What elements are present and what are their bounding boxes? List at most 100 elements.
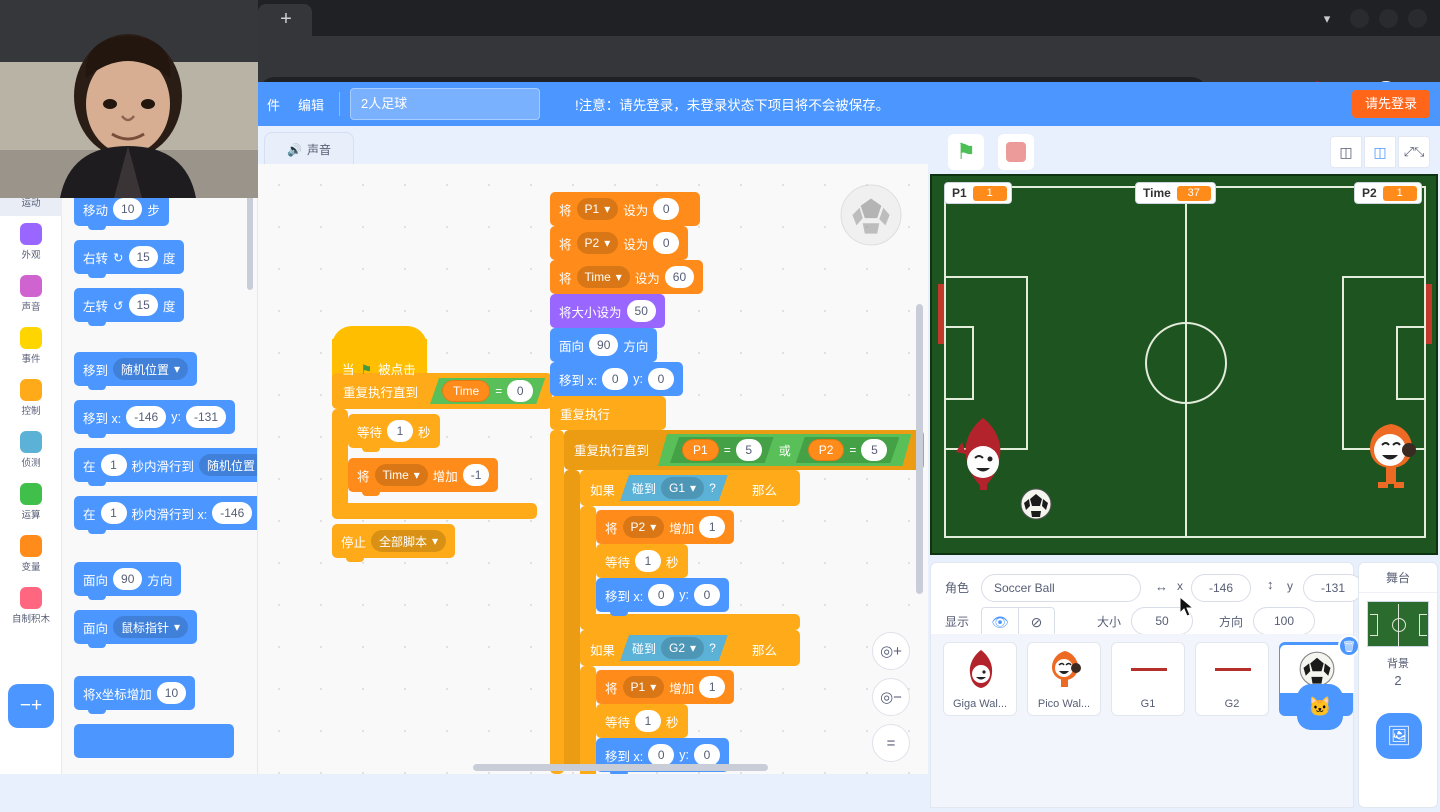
category-events[interactable]: 事件 bbox=[0, 320, 62, 372]
block-touching-g1[interactable]: 碰到 G1 ▾ ? bbox=[620, 475, 728, 501]
sprite-card-giga[interactable]: Giga Wal... bbox=[943, 642, 1017, 716]
block-input-x[interactable]: 0 bbox=[648, 584, 675, 606]
palette-block-turn-left[interactable]: 左转 ↺ 15 度 bbox=[74, 288, 185, 326]
block-change-p1-by[interactable]: 将 P1 ▾ 增加 1 bbox=[596, 670, 735, 708]
block-input-direction[interactable]: 90 bbox=[589, 334, 619, 356]
stage-canvas[interactable]: P1 1 Time 37 P2 1 bbox=[930, 174, 1438, 555]
palette-block-glide-xy[interactable]: 在 1 秒内滑行到 x: -146 y: -131 bbox=[74, 496, 257, 534]
block-set-size-to[interactable]: 将大小设为 50 bbox=[550, 294, 665, 332]
block-input-secs[interactable]: 1 bbox=[100, 454, 127, 476]
delete-sprite-button[interactable]: 🗑 bbox=[1338, 635, 1360, 657]
palette-block-turn-right[interactable]: 右转 ↻ 15 度 bbox=[74, 240, 185, 278]
block-when-flag-clicked[interactable]: 当 ⚑ 被点击 bbox=[332, 326, 427, 383]
tab-sounds[interactable]: 🔊 声音 bbox=[264, 132, 354, 166]
large-stage-button[interactable]: ◫ bbox=[1364, 136, 1396, 168]
window-maximize-button[interactable] bbox=[1379, 9, 1398, 28]
block-input-wait[interactable]: 1 bbox=[635, 710, 662, 732]
palette-block-goto-random[interactable]: 移到 随机位置 ▾ bbox=[74, 352, 198, 390]
login-button[interactable]: 请先登录 bbox=[1351, 90, 1430, 118]
category-sound[interactable]: 声音 bbox=[0, 268, 62, 320]
block-input-amount[interactable]: 1 bbox=[699, 676, 726, 698]
menu-item-edit[interactable]: 编辑 bbox=[289, 95, 333, 114]
stage-monitor-time[interactable]: Time 37 bbox=[1135, 182, 1216, 204]
palette-block-change-x[interactable]: 将x坐标增加 10 bbox=[74, 676, 196, 714]
block-input-p2[interactable]: 0 bbox=[653, 232, 680, 254]
zoom-in-button[interactable]: ◎+ bbox=[872, 632, 910, 670]
block-dropdown-variable-p1[interactable]: P1 ▾ bbox=[576, 198, 619, 220]
block-equals-time[interactable]: Time = 0 bbox=[430, 378, 545, 404]
block-wait-1-g1[interactable]: 等待 1 秒 bbox=[596, 544, 688, 582]
block-input-x[interactable]: 0 bbox=[602, 368, 629, 390]
block-input-amount[interactable]: 1 bbox=[699, 516, 726, 538]
sprite-visibility-toggle[interactable]: 👁 ⊘ bbox=[981, 607, 1055, 637]
block-input-steps[interactable]: 10 bbox=[113, 198, 143, 220]
operator-equals-input[interactable]: 5 bbox=[861, 439, 887, 461]
project-name-input[interactable]: 2人足球 bbox=[350, 88, 541, 120]
block-input-y[interactable]: 0 bbox=[693, 744, 720, 766]
category-sensing[interactable]: 侦测 bbox=[0, 424, 62, 476]
sprite-card-pico[interactable]: Pico Wal... bbox=[1027, 642, 1101, 716]
block-set-p2-to[interactable]: 将 P2 ▾ 设为 0 bbox=[550, 226, 689, 264]
block-dropdown-target[interactable]: 随机位置 ▾ bbox=[113, 358, 189, 380]
stage-monitor-p2[interactable]: P2 1 bbox=[1354, 182, 1422, 204]
block-set-p1-to[interactable]: 将 P1 ▾ 设为 0 bbox=[550, 192, 700, 226]
window-close-button[interactable] bbox=[1408, 9, 1427, 28]
palette-block-set-x[interactable] bbox=[74, 724, 234, 758]
category-myblocks[interactable]: 自制积木 bbox=[0, 580, 62, 632]
workspace-horizontal-scrollbar[interactable] bbox=[473, 764, 768, 771]
palette-block-point-direction[interactable]: 面向 90 方向 bbox=[74, 562, 182, 600]
block-input-wait[interactable]: 1 bbox=[635, 550, 662, 572]
category-operators[interactable]: 运算 bbox=[0, 476, 62, 528]
block-dropdown-touch-target[interactable]: G1 ▾ bbox=[661, 477, 704, 499]
block-dropdown-variable-p2[interactable]: P2 ▾ bbox=[576, 232, 619, 254]
chevron-down-icon[interactable]: ▾ bbox=[1316, 10, 1338, 28]
block-wait-seconds[interactable]: 等待 1 秒 bbox=[348, 414, 440, 452]
block-dropdown-variable-p1[interactable]: P1 ▾ bbox=[622, 676, 665, 698]
green-flag-button[interactable]: ⚑ bbox=[948, 134, 984, 170]
sprite-x-input[interactable]: -146 bbox=[1191, 574, 1251, 602]
block-goto-xy-main[interactable]: 移到 x: 0 y: 0 bbox=[550, 362, 683, 400]
block-input-degrees[interactable]: 15 bbox=[128, 294, 158, 316]
stage-sprite-soccer-ball[interactable] bbox=[1020, 488, 1052, 520]
small-stage-button[interactable]: ◫ bbox=[1330, 136, 1362, 168]
sprite-card-g2[interactable]: G2 bbox=[1195, 642, 1269, 716]
palette-block-goto-xy[interactable]: 移到 x: -146 y: -131 bbox=[74, 400, 235, 438]
operator-equals-input[interactable]: 5 bbox=[736, 439, 762, 461]
palette-block-point-towards[interactable]: 面向 鼠标指针 ▾ bbox=[74, 610, 198, 648]
sprite-size-input[interactable]: 50 bbox=[1131, 607, 1193, 635]
stage-sprite-giga[interactable] bbox=[954, 416, 1012, 492]
operator-equals-input[interactable]: 0 bbox=[507, 380, 533, 402]
block-input-direction[interactable]: 90 bbox=[113, 568, 143, 590]
block-stop-all[interactable]: 停止 全部脚本 ▾ bbox=[332, 524, 456, 562]
block-dropdown-variable-p2[interactable]: P2 ▾ bbox=[622, 516, 665, 538]
block-input-x[interactable]: -146 bbox=[212, 502, 253, 524]
block-input-degrees[interactable]: 15 bbox=[128, 246, 158, 268]
category-control[interactable]: 控制 bbox=[0, 372, 62, 424]
eye-slash-icon[interactable]: ⊘ bbox=[1018, 608, 1054, 636]
add-backdrop-button[interactable]: 🖼 bbox=[1376, 713, 1422, 759]
window-minimize-button[interactable] bbox=[1350, 9, 1369, 28]
sprite-name-input[interactable]: Soccer Ball bbox=[981, 574, 1141, 602]
block-input-secs[interactable]: 1 bbox=[100, 502, 127, 524]
block-dropdown-variable[interactable]: Time ▾ bbox=[374, 464, 428, 486]
block-equals-p1[interactable]: P1 = 5 bbox=[670, 437, 774, 463]
block-dropdown-variable-time[interactable]: Time ▾ bbox=[576, 266, 630, 288]
category-looks[interactable]: 外观 bbox=[0, 216, 62, 268]
sprite-direction-input[interactable]: 100 bbox=[1253, 607, 1315, 635]
add-sprite-button[interactable]: 🐱 bbox=[1297, 684, 1343, 730]
new-tab-button[interactable]: + bbox=[274, 8, 298, 30]
block-change-p2-by[interactable]: 将 P2 ▾ 增加 1 bbox=[596, 510, 735, 548]
block-dropdown-target[interactable]: 随机位置 ▾ bbox=[199, 454, 257, 476]
stage-monitor-p1[interactable]: P1 1 bbox=[944, 182, 1012, 204]
webcam-overlay[interactable] bbox=[0, 0, 258, 198]
block-input-wait[interactable]: 1 bbox=[387, 420, 414, 442]
block-input-change-amount[interactable]: -1 bbox=[462, 464, 490, 486]
zoom-reset-button[interactable]: = bbox=[872, 724, 910, 762]
stop-button[interactable] bbox=[998, 134, 1034, 170]
block-palette[interactable]: 运动 移动 10 步 右转 ↻ 15 度 左转 ↺ 15 度 移到 bbox=[62, 164, 258, 774]
menu-item-file[interactable]: 件 bbox=[258, 95, 289, 114]
variable-p1-reporter[interactable]: P1 bbox=[682, 439, 719, 461]
block-set-time-to[interactable]: 将 Time ▾ 设为 60 bbox=[550, 260, 704, 298]
block-or-operator[interactable]: P1 = 5 或 P2 = 5 bbox=[658, 434, 911, 466]
block-input-y[interactable]: -131 bbox=[185, 406, 226, 428]
